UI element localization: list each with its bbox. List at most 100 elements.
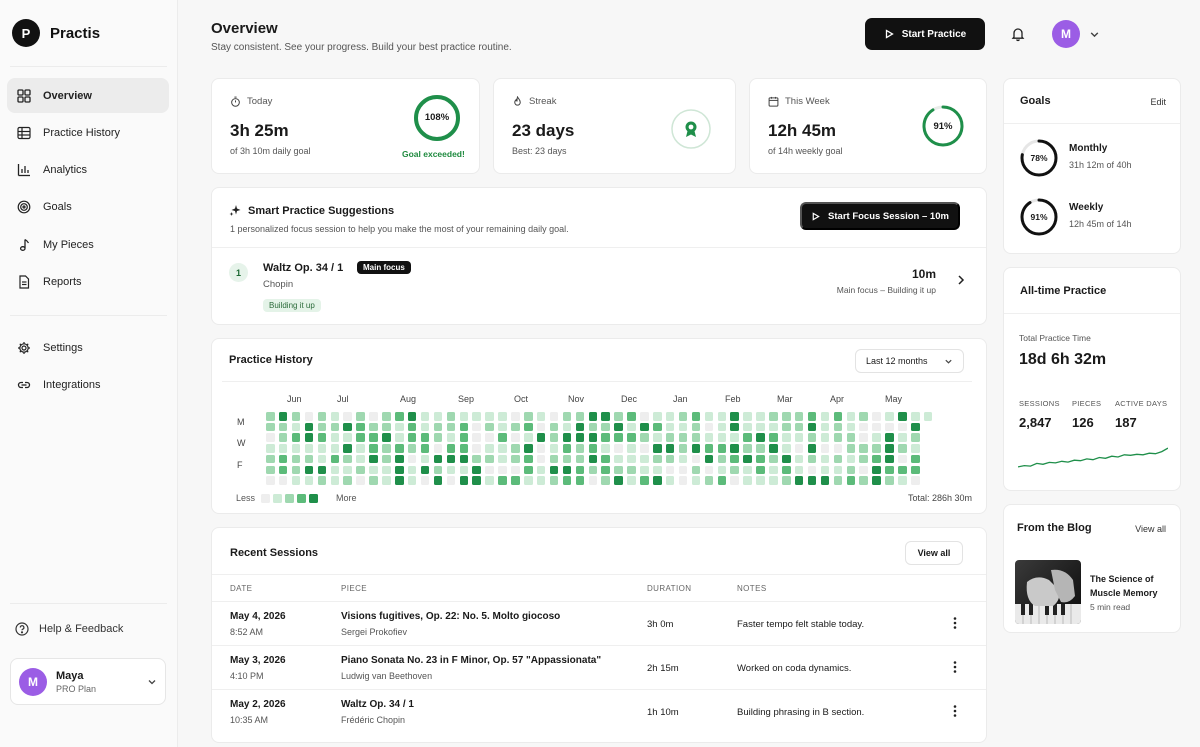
heatmap-cell[interactable] xyxy=(704,476,714,485)
heatmap-cell[interactable] xyxy=(420,476,430,485)
heatmap-cell[interactable] xyxy=(665,465,675,474)
heatmap-cell[interactable] xyxy=(691,422,701,432)
heatmap-cell[interactable] xyxy=(653,444,662,453)
heatmap-cell[interactable] xyxy=(794,476,804,485)
heatmap-cell[interactable] xyxy=(536,465,546,474)
heatmap-cell[interactable] xyxy=(278,454,288,464)
heatmap-cell[interactable] xyxy=(291,444,301,453)
sidebar-item-my-pieces[interactable]: My Pieces xyxy=(7,227,169,262)
heatmap-cell[interactable] xyxy=(304,454,314,464)
heatmap-cell[interactable] xyxy=(885,422,894,432)
heatmap-cell[interactable] xyxy=(330,412,339,421)
heatmap-cell[interactable] xyxy=(859,454,868,464)
heatmap-cell[interactable] xyxy=(395,465,404,474)
heatmap-cell[interactable] xyxy=(898,465,907,474)
view-all-sessions-button[interactable]: View all xyxy=(905,541,963,565)
heatmap-cell[interactable] xyxy=(627,412,636,421)
heatmap-cell[interactable] xyxy=(459,444,468,453)
heatmap-cell[interactable] xyxy=(769,476,778,485)
heatmap-cell[interactable] xyxy=(536,422,546,432)
heatmap-cell[interactable] xyxy=(794,454,804,464)
heatmap-cell[interactable] xyxy=(614,444,623,453)
heatmap-cell[interactable] xyxy=(691,465,701,474)
heatmap-cell[interactable] xyxy=(756,465,765,474)
heatmap-cell[interactable] xyxy=(420,422,430,432)
heatmap-cell[interactable] xyxy=(420,433,430,442)
heatmap-cell[interactable] xyxy=(653,454,662,464)
heatmap-cell[interactable] xyxy=(407,454,417,464)
heatmap-cell[interactable] xyxy=(691,444,701,453)
heatmap-cell[interactable] xyxy=(769,412,778,421)
heatmap-cell[interactable] xyxy=(769,465,778,474)
heatmap-cell[interactable] xyxy=(743,476,752,485)
heatmap-cell[interactable] xyxy=(433,465,443,474)
heatmap-cell[interactable] xyxy=(898,476,907,485)
heatmap-cell[interactable] xyxy=(872,412,881,421)
heatmap-cell[interactable] xyxy=(885,454,894,464)
heatmap-cell[interactable] xyxy=(820,422,830,432)
heatmap-cell[interactable] xyxy=(769,444,778,453)
heatmap-cell[interactable] xyxy=(330,476,339,485)
heatmap-cell[interactable] xyxy=(266,444,275,453)
heatmap-cell[interactable] xyxy=(678,433,688,442)
heatmap-cell[interactable] xyxy=(317,476,327,485)
heatmap-cell[interactable] xyxy=(278,433,288,442)
heatmap-cell[interactable] xyxy=(459,476,468,485)
heatmap-cell[interactable] xyxy=(717,454,726,464)
heatmap-cell[interactable] xyxy=(446,465,456,474)
heatmap-cell[interactable] xyxy=(433,433,443,442)
heatmap-cell[interactable] xyxy=(369,454,378,464)
heatmap-cell[interactable] xyxy=(433,412,443,421)
heatmap-cell[interactable] xyxy=(291,422,301,432)
heatmap-cell[interactable] xyxy=(524,412,533,421)
heatmap-cell[interactable] xyxy=(911,476,920,485)
heatmap-cell[interactable] xyxy=(730,476,739,485)
heatmap-cell[interactable] xyxy=(420,465,430,474)
heatmap-cell[interactable] xyxy=(330,444,339,453)
heatmap-cell[interactable] xyxy=(756,422,765,432)
heatmap-cell[interactable] xyxy=(420,444,430,453)
heatmap-cell[interactable] xyxy=(549,465,559,474)
heatmap-cell[interactable] xyxy=(911,454,920,464)
heatmap-cell[interactable] xyxy=(885,444,894,453)
heatmap-cell[interactable] xyxy=(511,476,520,485)
heatmap-cell[interactable] xyxy=(433,476,443,485)
heatmap-cell[interactable] xyxy=(743,444,752,453)
heatmap-cell[interactable] xyxy=(549,454,559,464)
heatmap-cell[interactable] xyxy=(730,454,739,464)
heatmap-cell[interactable] xyxy=(614,454,623,464)
heatmap-cell[interactable] xyxy=(395,412,404,421)
heatmap-cell[interactable] xyxy=(665,476,675,485)
heatmap-cell[interactable] xyxy=(743,412,752,421)
heatmap-cell[interactable] xyxy=(794,422,804,432)
heatmap-cell[interactable] xyxy=(485,422,494,432)
heatmap-cell[interactable] xyxy=(343,433,352,442)
heatmap-cell[interactable] xyxy=(536,412,546,421)
heatmap-cell[interactable] xyxy=(446,476,456,485)
heatmap-cell[interactable] xyxy=(769,433,778,442)
heatmap-cell[interactable] xyxy=(266,412,275,421)
heatmap-cell[interactable] xyxy=(562,433,572,442)
blog-post-title[interactable]: The Science of Muscle Memory xyxy=(1090,572,1170,600)
heatmap-cell[interactable] xyxy=(304,422,314,432)
heatmap-cell[interactable] xyxy=(885,465,894,474)
heatmap-cell[interactable] xyxy=(614,422,623,432)
heatmap-cell[interactable] xyxy=(511,412,520,421)
heatmap-cell[interactable] xyxy=(382,444,391,453)
heatmap-cell[interactable] xyxy=(885,412,894,421)
heatmap-cell[interactable] xyxy=(304,465,314,474)
blog-post-image[interactable] xyxy=(1015,560,1081,624)
heatmap-cell[interactable] xyxy=(601,433,610,442)
heatmap-cell[interactable] xyxy=(498,422,507,432)
heatmap-cell[interactable] xyxy=(794,444,804,453)
heatmap-cell[interactable] xyxy=(356,454,365,464)
goals-edit-link[interactable]: Edit xyxy=(1150,97,1166,107)
heatmap-cell[interactable] xyxy=(601,412,610,421)
heatmap-cell[interactable] xyxy=(846,476,855,485)
sidebar-item-integrations[interactable]: Integrations xyxy=(7,367,169,402)
heatmap-cell[interactable] xyxy=(511,454,520,464)
heatmap-cell[interactable] xyxy=(898,412,907,421)
heatmap-cell[interactable] xyxy=(794,465,804,474)
heatmap-cell[interactable] xyxy=(614,433,623,442)
heatmap-cell[interactable] xyxy=(769,422,778,432)
